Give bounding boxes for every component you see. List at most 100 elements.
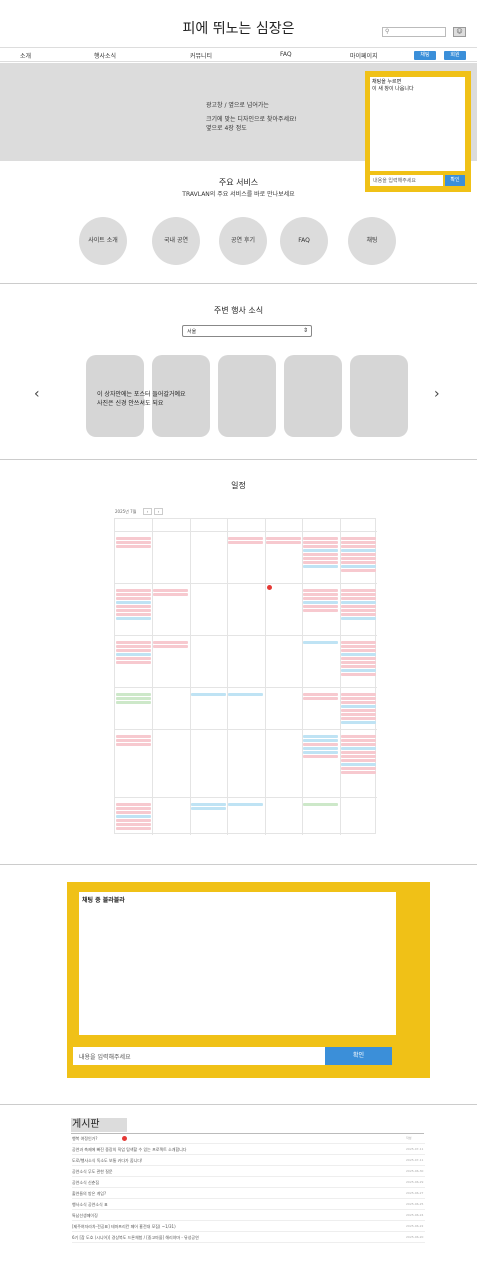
calendar-event[interactable] — [303, 557, 338, 560]
calendar-event[interactable] — [116, 803, 151, 806]
calendar-event[interactable] — [341, 743, 376, 746]
calendar-event[interactable] — [191, 803, 226, 806]
board-post-row[interactable]: 행사소식 공연소식 표 2025-06-25 — [72, 1200, 425, 1210]
calendar-event[interactable] — [303, 735, 338, 738]
calendar-event[interactable] — [116, 641, 151, 644]
calendar-event[interactable] — [303, 751, 338, 754]
service-site-intro[interactable]: 사이트 소개 — [79, 217, 127, 265]
member-button[interactable]: 회원 — [444, 51, 466, 60]
calendar-event[interactable] — [341, 597, 376, 600]
nav-item-community[interactable]: 커뮤니티 — [190, 51, 212, 60]
board-post-row[interactable]: 공연소식 무도 관한 질문 2025-06-30 — [72, 1167, 425, 1177]
service-faq[interactable]: FAQ — [280, 217, 328, 265]
search-icon[interactable]: ⚲ — [385, 28, 389, 35]
calendar-event[interactable] — [341, 569, 376, 572]
calendar-event[interactable] — [116, 597, 151, 600]
calendar-event[interactable] — [341, 669, 376, 672]
calendar-event[interactable] — [116, 811, 151, 814]
calendar-event[interactable] — [341, 709, 376, 712]
calendar-event[interactable] — [228, 693, 263, 696]
calendar-event[interactable] — [341, 653, 376, 656]
nav-item-events[interactable]: 행사소식 — [94, 51, 116, 60]
calendar-event[interactable] — [303, 743, 338, 746]
board-post-title[interactable]: [제주여자라차-전공표] 테마프리칸 페어 홍전대 모집( ~1/31) — [72, 1224, 176, 1230]
board-post-row[interactable]: 출연들의 방은 게임? 2025-06-27 — [72, 1189, 425, 1199]
calendar-event[interactable] — [191, 693, 226, 696]
calendar-event[interactable] — [116, 739, 151, 742]
calendar-event[interactable] — [116, 657, 151, 660]
event-poster[interactable] — [284, 355, 342, 437]
calendar-event[interactable] — [341, 747, 376, 750]
calendar-event[interactable] — [341, 673, 376, 676]
calendar-event[interactable] — [341, 751, 376, 754]
calendar-event[interactable] — [341, 541, 376, 544]
service-chat[interactable]: 채팅 — [348, 217, 396, 265]
board-post-title[interactable]: 6기 [참 도호 (시니어)] 경상북도 드론체험 / [중고마을] 해리야마 … — [72, 1235, 199, 1241]
calendar-event[interactable] — [228, 803, 263, 806]
calendar-event[interactable] — [341, 739, 376, 742]
calendar-event[interactable] — [341, 657, 376, 660]
calendar-event[interactable] — [116, 649, 151, 652]
service-domestic-shows[interactable]: 국내 공연 — [152, 217, 200, 265]
nav-item-faq[interactable]: FAQ — [280, 51, 292, 58]
calendar-event[interactable] — [341, 697, 376, 700]
chat-button[interactable]: 채팅 — [414, 51, 436, 60]
board-post-title[interactable]: 공연과 축제에 빠진 중장의 직업 탐색할 수 있는 프로젝트 소개합니다 — [72, 1147, 186, 1153]
calendar-event[interactable] — [116, 823, 151, 826]
calendar-event[interactable] — [341, 645, 376, 648]
calendar-event[interactable] — [303, 697, 338, 700]
calendar-event[interactable] — [116, 601, 151, 604]
board-post-row[interactable]: [제주여자라차-전공표] 테마프리칸 페어 홍전대 모집( ~1/31) 2025… — [72, 1222, 425, 1232]
calendar-event[interactable] — [116, 537, 151, 540]
calendar-event[interactable] — [341, 601, 376, 604]
board-post-row[interactable]: 공연과 축제에 빠진 중장의 직업 탐색할 수 있는 프로젝트 소개합니다 202… — [72, 1145, 425, 1155]
calendar-event[interactable] — [341, 605, 376, 608]
calendar-event[interactable] — [303, 593, 338, 596]
chat-panel-input[interactable]: 내용을 입력해주세요 — [73, 1047, 325, 1065]
calendar-event[interactable] — [116, 645, 151, 648]
board-post-row[interactable]: 특남선생페이징 2025-06-24 — [72, 1211, 425, 1221]
calendar-event[interactable] — [116, 815, 151, 818]
calendar-event[interactable] — [303, 803, 338, 806]
nav-item-intro[interactable]: 소개 — [20, 51, 31, 60]
calendar-event[interactable] — [153, 589, 188, 592]
calendar-event[interactable] — [341, 705, 376, 708]
calendar-event[interactable] — [116, 541, 151, 544]
calendar-event[interactable] — [303, 755, 338, 758]
calendar-event[interactable] — [303, 609, 338, 612]
calendar-event[interactable] — [116, 609, 151, 612]
carousel-prev-icon[interactable]: ‹ — [34, 386, 40, 402]
calendar-event[interactable] — [341, 721, 376, 724]
calendar-event[interactable] — [191, 807, 226, 810]
calendar-event[interactable] — [303, 561, 338, 564]
calendar-next-button[interactable]: › — [154, 508, 163, 515]
service-show-reviews[interactable]: 공연 후기 — [219, 217, 267, 265]
calendar-event[interactable] — [341, 693, 376, 696]
calendar-event[interactable] — [266, 541, 301, 544]
calendar-event[interactable] — [341, 755, 376, 758]
search-input[interactable]: ⚲ — [382, 27, 446, 37]
calendar-event[interactable] — [228, 537, 263, 540]
calendar-event[interactable] — [341, 589, 376, 592]
calendar-event[interactable] — [341, 617, 376, 620]
calendar-event[interactable] — [303, 601, 338, 604]
calendar-event[interactable] — [303, 747, 338, 750]
calendar-event[interactable] — [116, 617, 151, 620]
calendar-event[interactable] — [116, 589, 151, 592]
event-poster[interactable] — [350, 355, 408, 437]
calendar-event[interactable] — [341, 771, 376, 774]
board-post-title[interactable]: 도로/행사소식 독소도 보통 카다가 줍니다! — [72, 1158, 143, 1164]
nav-item-mypage[interactable]: 마이페이지 — [350, 51, 378, 60]
calendar-event[interactable] — [341, 767, 376, 770]
calendar-event[interactable] — [341, 713, 376, 716]
calendar-event[interactable] — [341, 717, 376, 720]
calendar-event[interactable] — [116, 593, 151, 596]
calendar-event[interactable] — [341, 553, 376, 556]
calendar-event[interactable] — [341, 649, 376, 652]
carousel-next-icon[interactable]: › — [434, 386, 440, 402]
calendar-event[interactable] — [303, 597, 338, 600]
calendar-event[interactable] — [341, 545, 376, 548]
calendar-event[interactable] — [341, 593, 376, 596]
board-post-row[interactable]: 행복 여정인가? 작성 — [72, 1134, 425, 1144]
board-post-row[interactable]: 공연소식 신춘집 2025-06-29 — [72, 1178, 425, 1188]
